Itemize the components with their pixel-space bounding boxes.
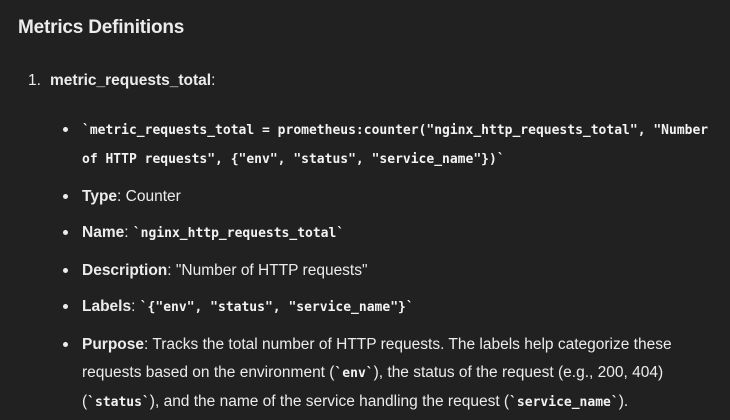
purpose-label: Purpose	[82, 335, 145, 353]
name-value-code: `nginx_http_requests_total`	[132, 226, 345, 241]
labels-label: Labels	[82, 298, 132, 315]
detail-name: Name: `nginx_http_requests_total`	[63, 219, 712, 248]
description-value: : "Number of HTTP requests"	[167, 261, 368, 279]
detail-description: Description: "Number of HTTP requests"	[63, 257, 712, 285]
labels-separator: :	[131, 298, 140, 315]
purpose-code-env: `env`	[334, 365, 374, 381]
purpose-text-3: ), and the name of the service handling …	[149, 392, 510, 410]
code-definition: `metric_requests_total = prometheus:coun…	[82, 123, 709, 167]
purpose-code-status: `status`	[87, 394, 150, 410]
purpose-code-service: `service_name`	[509, 394, 619, 410]
metric-name-colon: :	[211, 72, 216, 89]
type-value: : Counter	[117, 187, 181, 205]
labels-value-code: `{"env", "status", "service_name"}`	[139, 300, 414, 315]
metric-details-list: `metric_requests_total = prometheus:coun…	[63, 116, 712, 420]
description-label: Description	[82, 261, 168, 279]
detail-code-definition: `metric_requests_total = prometheus:coun…	[63, 116, 712, 174]
metric-name: metric_requests_total	[50, 72, 212, 89]
section-heading: Metrics Definitions	[18, 17, 185, 38]
name-label: Name	[82, 224, 125, 241]
metric-list-item: 1. metric_requests_total:	[28, 70, 215, 92]
name-separator: :	[124, 224, 133, 241]
detail-labels: Labels: `{"env", "status", "service_name…	[63, 293, 712, 322]
detail-purpose: Purpose: Tracks the total number of HTTP…	[63, 331, 712, 417]
purpose-text-4: ).	[618, 392, 629, 410]
detail-type: Type: Counter	[63, 183, 712, 211]
list-number: 1.	[28, 72, 41, 89]
type-label: Type	[82, 187, 118, 205]
